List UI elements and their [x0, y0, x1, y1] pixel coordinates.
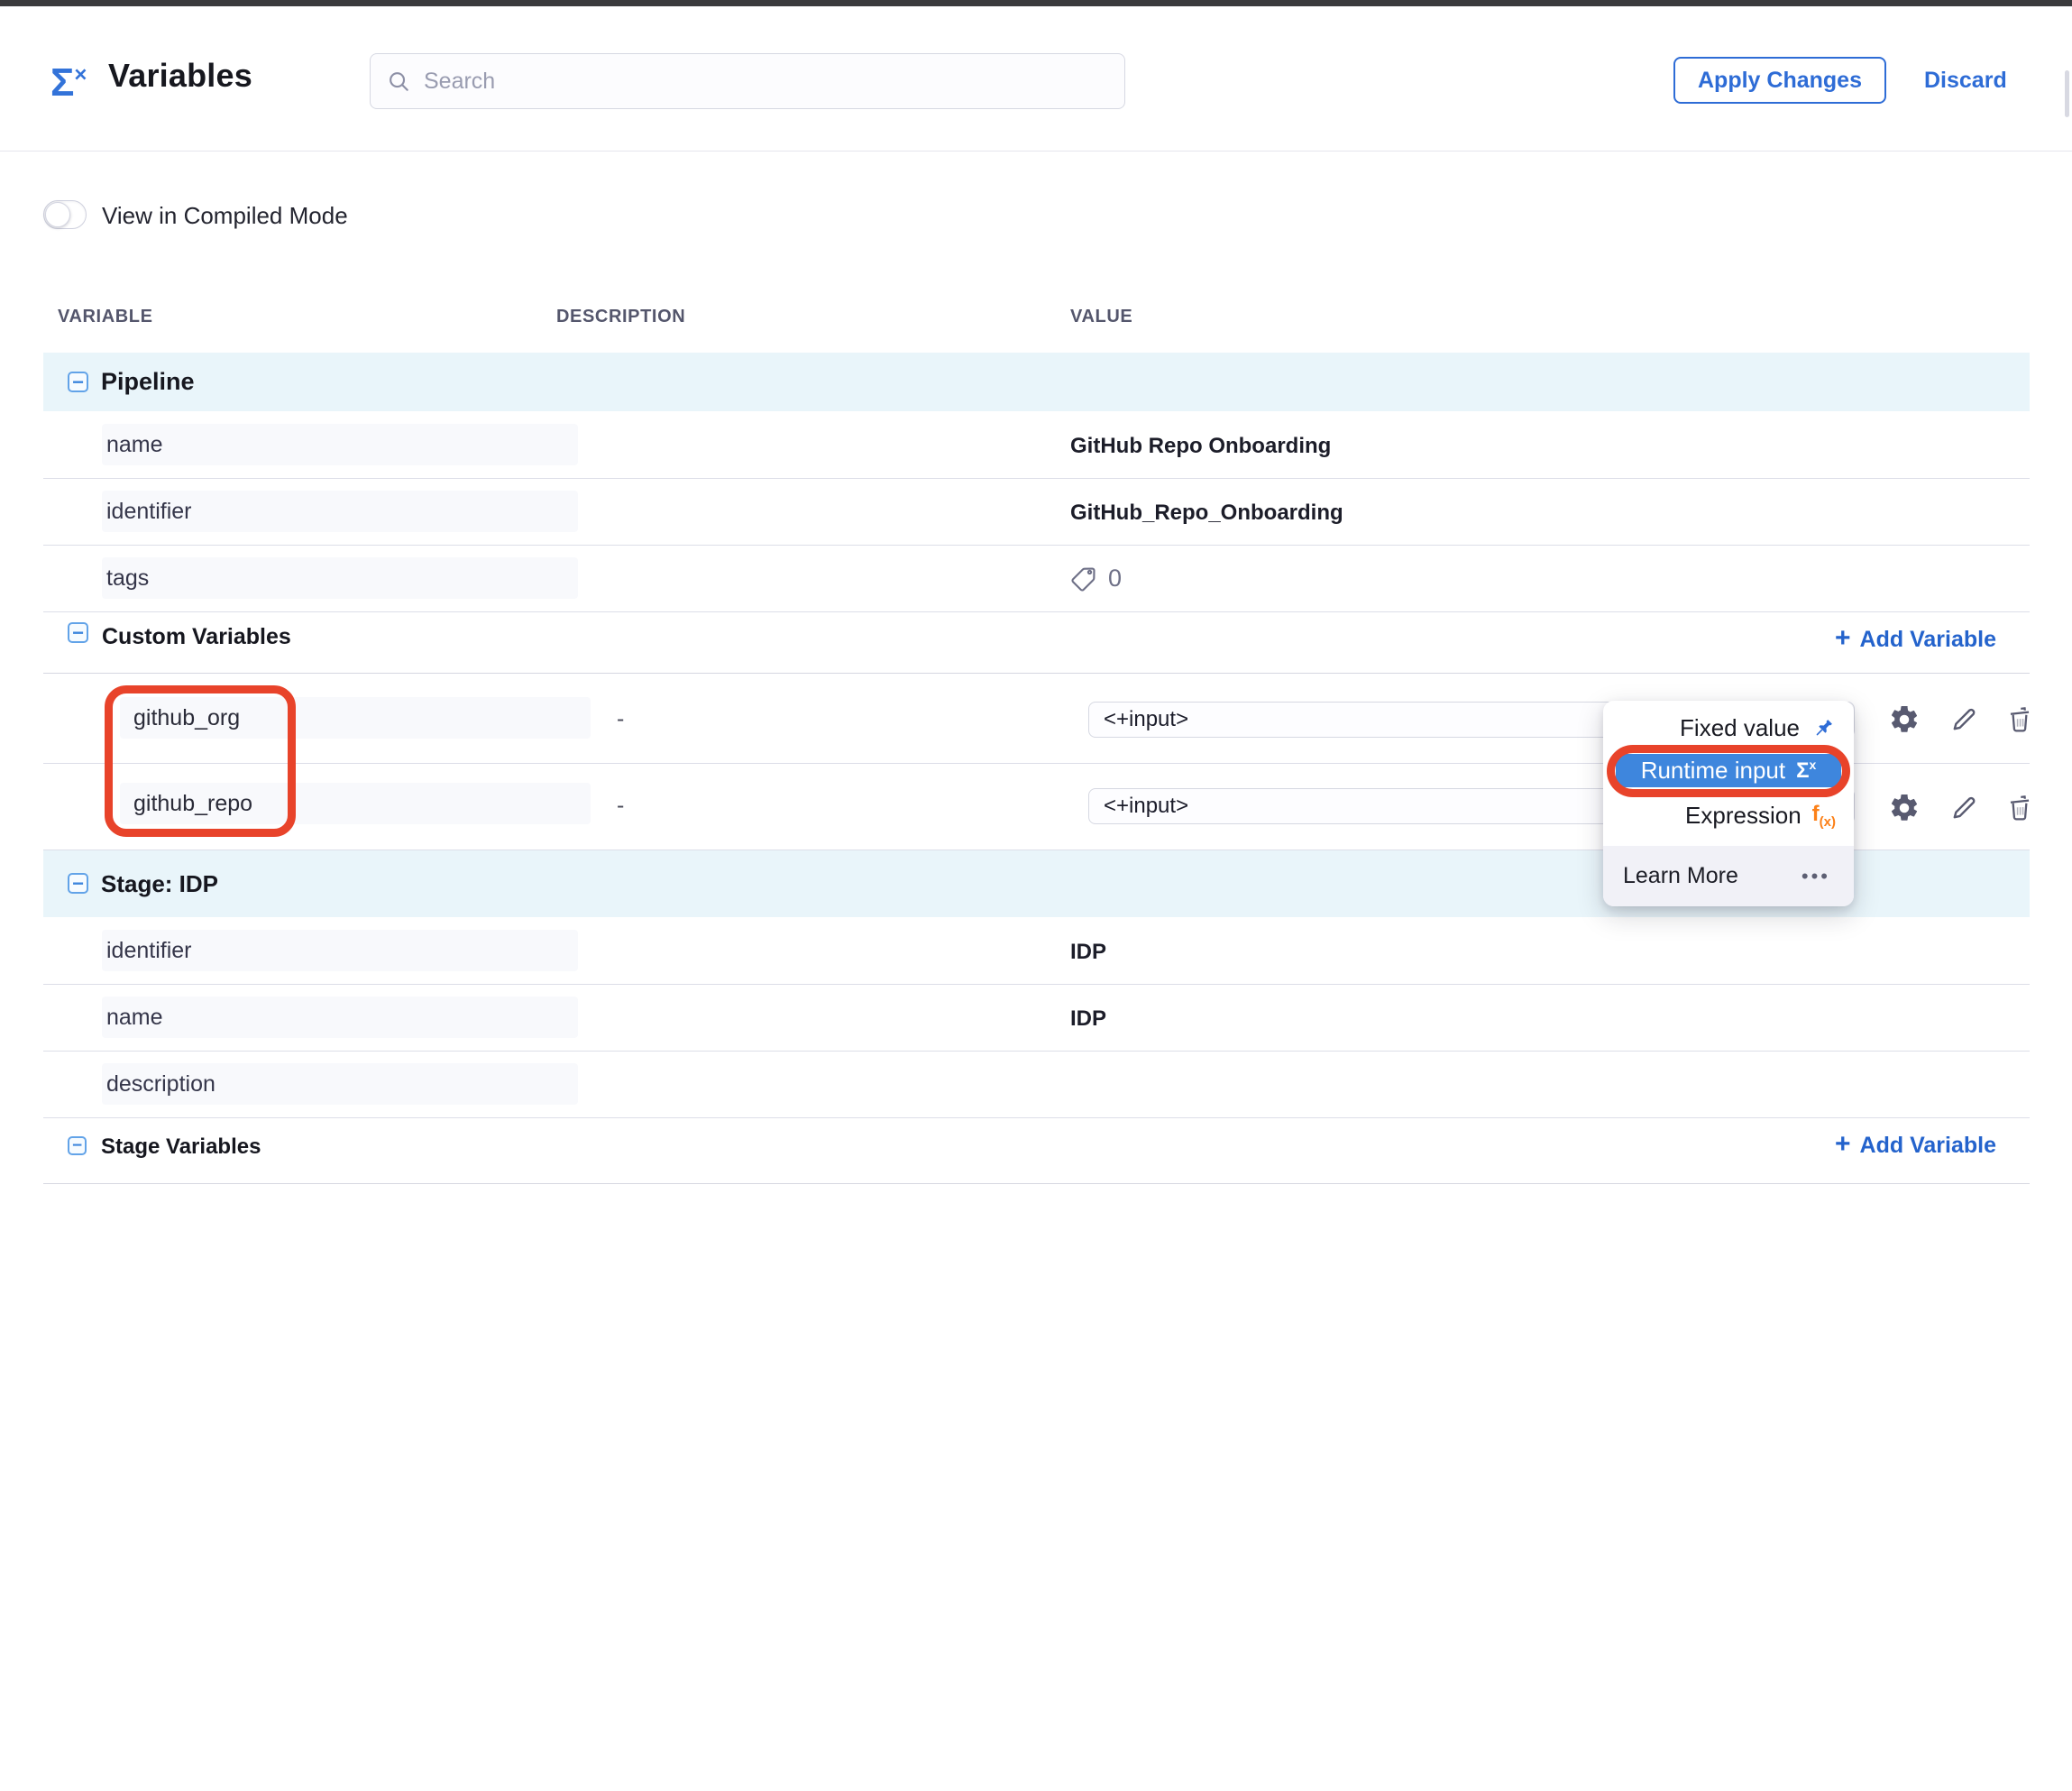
row-value-stage-identifier: IDP — [1070, 940, 1106, 965]
row-divider — [43, 1117, 2030, 1118]
label-pill: identifier — [102, 930, 578, 971]
search-input[interactable] — [424, 69, 1108, 95]
section-title-stage-variables: Stage Variables — [101, 1134, 261, 1160]
variables-sigma-icon: Σ× — [50, 60, 87, 106]
collapse-stage-icon[interactable]: − — [68, 873, 88, 894]
tags-value: 0 — [1068, 563, 1122, 593]
add-stage-variable-button[interactable]: + Add Variable — [1835, 1132, 1996, 1160]
row-label-github-repo: github_repo — [124, 791, 252, 817]
search-box[interactable] — [370, 53, 1125, 109]
expression-fx-icon: f(x) — [1812, 802, 1836, 830]
column-header-variable: VARIABLE — [58, 307, 153, 327]
row-divider — [43, 478, 2030, 479]
label-pill: description — [102, 1063, 578, 1105]
section-row-pipeline: − Pipeline — [43, 353, 2030, 411]
row-label-github-org: github_org — [124, 705, 240, 731]
menu-footer: Learn More ••• — [1603, 846, 1854, 906]
compiled-mode-toggle[interactable] — [43, 200, 87, 229]
add-variable-button[interactable]: + Add Variable — [1835, 626, 1996, 654]
row-divider — [43, 673, 2030, 674]
label-pill: identifier — [102, 491, 578, 532]
column-header-description: DESCRIPTION — [556, 307, 685, 327]
row-value-pipeline-name: GitHub Repo Onboarding — [1070, 434, 1331, 459]
label-pill: name — [102, 424, 578, 465]
tags-count: 0 — [1108, 565, 1122, 592]
row-divider — [43, 611, 2030, 612]
row-divider — [43, 545, 2030, 546]
github-org-delete-button[interactable] — [2003, 703, 2036, 736]
row-divider — [43, 984, 2030, 985]
runtime-sigma-icon: Σx — [1796, 758, 1816, 784]
menu-item-expression[interactable]: Expression f(x) — [1685, 802, 1836, 830]
tag-icon — [1068, 563, 1099, 593]
row-label-identifier: identifier — [106, 499, 192, 525]
row-divider — [43, 1183, 2030, 1184]
description-dash: - — [617, 706, 624, 732]
section-title-custom-variables: Custom Variables — [102, 624, 291, 650]
github-org-edit-button[interactable] — [1948, 703, 1980, 736]
learn-more-link[interactable]: Learn More — [1623, 863, 1738, 889]
menu-item-fixed-value[interactable]: Fixed value — [1680, 714, 1836, 742]
collapse-custom-variables-icon[interactable]: − — [68, 622, 88, 643]
pin-icon — [1811, 716, 1836, 741]
row-divider — [43, 1051, 2030, 1052]
menu-item-runtime-input[interactable]: Runtime input Σx — [1616, 754, 1841, 787]
discard-button[interactable]: Discard — [1924, 68, 2007, 94]
row-label-stage-identifier: identifier — [106, 938, 192, 964]
plus-icon: + — [1835, 623, 1851, 654]
row-label-stage-description: description — [106, 1071, 215, 1098]
label-pill: tags — [102, 557, 578, 599]
description-dash: - — [617, 793, 624, 819]
apply-changes-button[interactable]: Apply Changes — [1673, 57, 1886, 104]
github-org-settings-button[interactable] — [1888, 703, 1921, 736]
row-label-tags: tags — [106, 565, 149, 592]
collapse-pipeline-icon[interactable]: − — [68, 372, 88, 392]
collapse-stage-variables-icon[interactable]: − — [68, 1136, 87, 1155]
row-label-stage-name: name — [106, 1005, 163, 1031]
scrollbar-thumb[interactable] — [2065, 70, 2069, 117]
page-title: Variables — [108, 57, 252, 95]
value-type-menu: Fixed value Runtime input Σx Expression … — [1603, 701, 1854, 906]
toggle-knob — [45, 202, 70, 227]
label-pill: github_org — [120, 697, 591, 739]
github-repo-settings-button[interactable] — [1888, 792, 1921, 824]
section-title-pipeline: Pipeline — [101, 368, 195, 396]
compiled-mode-label: View in Compiled Mode — [102, 202, 348, 230]
ellipsis-icon[interactable]: ••• — [1802, 865, 1830, 888]
top-window-strip — [0, 0, 2072, 6]
row-label-name: name — [106, 432, 163, 458]
app-header: Σ× Variables Apply Changes Discard — [0, 6, 2072, 152]
column-header-value: VALUE — [1070, 307, 1132, 327]
plus-icon: + — [1835, 1129, 1851, 1160]
search-icon — [387, 69, 411, 94]
row-value-pipeline-identifier: GitHub_Repo_Onboarding — [1070, 501, 1343, 526]
github-repo-delete-button[interactable] — [2003, 792, 2036, 824]
row-value-stage-name: IDP — [1070, 1006, 1106, 1032]
section-title-stage: Stage: IDP — [101, 870, 218, 898]
label-pill: github_repo — [120, 783, 591, 824]
label-pill: name — [102, 997, 578, 1038]
github-repo-edit-button[interactable] — [1948, 792, 1980, 824]
